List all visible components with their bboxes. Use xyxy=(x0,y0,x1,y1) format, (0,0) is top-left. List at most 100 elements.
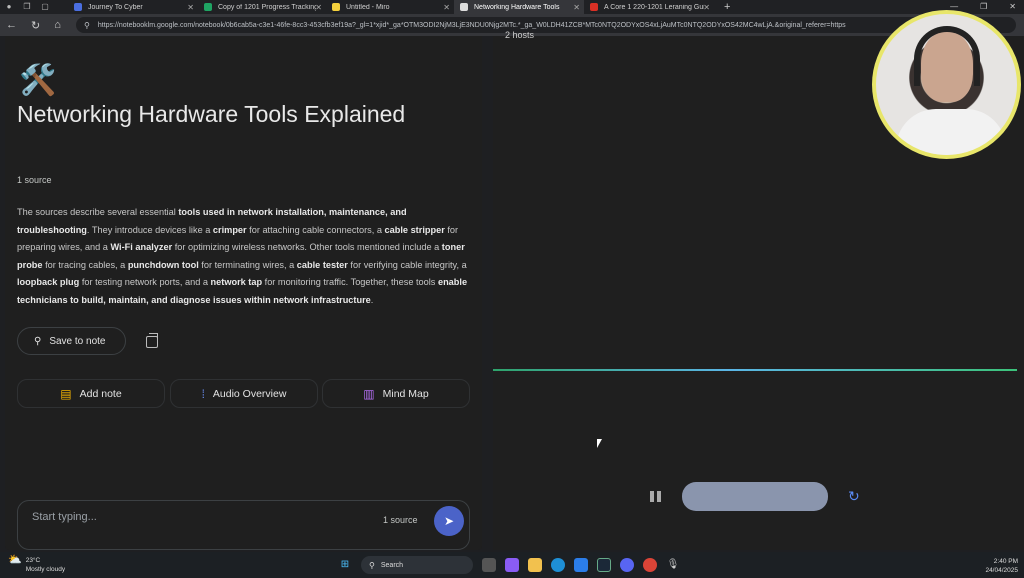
chat-composer: 1 source ➤ xyxy=(17,500,470,550)
audio-progress-bar[interactable] xyxy=(682,482,828,511)
audio-overview-button[interactable]: ⁞ Audio Overview xyxy=(170,379,318,408)
reload-icon[interactable]: ↻ xyxy=(31,19,40,32)
close-tab-icon[interactable]: ✕ xyxy=(573,3,580,12)
tab-label: Networking Hardware Tools xyxy=(474,3,560,11)
summary-highlight: punchdown tool xyxy=(127,259,199,270)
summary-highlight: network tap xyxy=(210,277,263,287)
tab-label: Journey To Cyber xyxy=(88,3,143,11)
windows-taskbar: ⛅ 23°C Mostly cloudy ⊞ ⚲ Search 🎙 2:40 P… xyxy=(0,552,1024,578)
close-tab-icon[interactable]: ✕ xyxy=(443,3,450,12)
hosts-label: 2 hosts xyxy=(505,30,535,40)
save-to-note-label: Save to note xyxy=(49,335,106,347)
system-clock[interactable]: 2:40 PM 24/04/2025 xyxy=(985,557,1018,575)
browser-tab[interactable]: Untitled - Miro ✕ xyxy=(326,0,454,14)
summary-text: for optimizing wireless networks. Other … xyxy=(172,242,442,252)
summary-text: . They introduce devices like a xyxy=(86,224,213,235)
maximize-icon[interactable]: ❐ xyxy=(980,0,987,14)
summary-text: for testing network ports, and a xyxy=(79,277,211,287)
steam-icon[interactable] xyxy=(597,558,611,572)
summary-highlight: Wi-Fi analyzer xyxy=(110,242,173,252)
weather-temp: 23°C xyxy=(25,557,41,564)
close-window-icon[interactable]: ✕ xyxy=(1009,0,1016,14)
browser-tab[interactable]: A Core 1 220-1201 Leraning Guid ✕ xyxy=(584,0,714,14)
back-icon[interactable]: ← xyxy=(6,19,17,32)
webcam-overlay xyxy=(872,10,1021,159)
browser-tab-bar: ● ❐ ▢ Journey To Cyber ✕ Copy of 1201 Prog… xyxy=(0,0,1024,14)
nav-buttons: ← ↻ ⌂ xyxy=(0,19,76,32)
webcam-person-shirt xyxy=(896,109,1006,155)
summary-text: for monitoring traffic. Together, these … xyxy=(262,277,438,287)
tab-favicon-icon xyxy=(460,3,468,11)
copilot-icon[interactable] xyxy=(505,558,519,572)
audio-waveform xyxy=(493,369,1017,371)
summary-text: for tracing cables, a xyxy=(42,259,128,270)
url-text: https://notebooklm.google.com/notebook/0… xyxy=(97,21,846,29)
regenerate-icon[interactable]: ↻ xyxy=(848,488,860,505)
tab-favicon-icon xyxy=(590,3,598,11)
taskbar-search[interactable]: ⚲ Search xyxy=(361,556,473,574)
windows-start-icon[interactable]: ⊞ xyxy=(338,558,352,572)
microphone-icon[interactable]: 🎙 xyxy=(666,558,680,572)
copy-icon[interactable] xyxy=(146,333,158,348)
notebook-title: Networking Hardware Tools Explained xyxy=(17,101,406,127)
browser-tab[interactable]: Networking Hardware Tools ✕ xyxy=(454,0,584,14)
send-icon: ➤ xyxy=(443,514,455,528)
chat-input[interactable] xyxy=(32,511,332,523)
task-view-icon[interactable] xyxy=(482,558,496,572)
webcam-headphones xyxy=(914,26,980,86)
map-icon: ▥ xyxy=(363,386,375,401)
close-tab-icon[interactable]: ✕ xyxy=(315,3,322,12)
add-note-button[interactable]: ▤ Add note xyxy=(17,379,165,408)
mouse-cursor xyxy=(597,439,602,448)
new-tab-button[interactable]: + xyxy=(724,1,730,13)
source-count: 1 source xyxy=(17,175,52,185)
mind-map-label: Mind Map xyxy=(382,387,429,400)
weather-condition: Mostly cloudy xyxy=(25,566,66,573)
edge-icon[interactable] xyxy=(551,558,565,572)
pause-button[interactable] xyxy=(650,491,662,502)
mind-map-button[interactable]: ▥ Mind Map xyxy=(322,379,470,408)
summary-highlight: cable stripper xyxy=(384,224,445,235)
note-icon: ▤ xyxy=(60,386,72,401)
summary-highlight: crimper xyxy=(212,224,247,235)
clock-date: 24/04/2025 xyxy=(985,567,1018,574)
close-tab-icon[interactable]: ✕ xyxy=(703,3,710,12)
home-icon[interactable]: ⌂ xyxy=(54,19,61,32)
site-info-icon[interactable]: ⚲ xyxy=(84,21,90,30)
browser-tab[interactable]: Copy of 1201 Progress Tracking S ✕ xyxy=(198,0,326,14)
pin-icon: ⚲ xyxy=(34,335,42,347)
file-explorer-icon[interactable] xyxy=(528,558,542,572)
tab-label: Untitled - Miro xyxy=(346,3,390,11)
close-tab-icon[interactable]: ✕ xyxy=(187,3,194,12)
summary-text: . xyxy=(370,294,374,305)
chrome-icon[interactable] xyxy=(643,558,657,572)
pause-icon xyxy=(657,491,661,502)
url-field[interactable]: ⚲ https://notebooklm.google.com/notebook… xyxy=(76,17,1016,33)
summary-text: for attaching cable connectors, a xyxy=(246,224,385,235)
clock-time: 2:40 PM xyxy=(993,558,1018,565)
browser-tab[interactable]: Journey To Cyber ✕ xyxy=(68,0,198,14)
discord-icon[interactable] xyxy=(620,558,634,572)
taskbar-apps: ⊞ ⚲ Search 🎙 xyxy=(338,556,680,574)
profile-icon[interactable]: ● xyxy=(5,3,13,11)
summary-highlight: cable tester xyxy=(296,259,348,270)
weather-widget[interactable]: ⛅ 23°C Mostly cloudy xyxy=(8,554,66,574)
tab-strip: Journey To Cyber ✕ Copy of 1201 Progress T… xyxy=(68,0,714,14)
search-icon: ⚲ xyxy=(369,560,375,570)
tab-actions-icon[interactable]: ▢ xyxy=(41,3,49,11)
tab-label: Copy of 1201 Progress Tracking S xyxy=(218,3,316,11)
notebook-emoji: 🛠️ xyxy=(19,64,57,97)
notebook-summary: The sources describe several essential t… xyxy=(17,204,477,309)
workspaces-icon[interactable]: ❐ xyxy=(23,3,31,11)
tab-favicon-icon xyxy=(74,3,82,11)
save-to-note-button[interactable]: ⚲ Save to note xyxy=(17,327,126,355)
tab-label: A Core 1 220-1201 Leraning Guid xyxy=(604,3,704,11)
send-button[interactable]: ➤ xyxy=(434,506,464,536)
weather-icon: ⛅ xyxy=(8,554,22,566)
store-icon[interactable] xyxy=(574,558,588,572)
audio-wave-icon: ⁞ xyxy=(201,386,205,401)
summary-text: The sources describe several essential xyxy=(17,207,179,217)
summary-text: for verifying cable integrity, a xyxy=(347,259,467,270)
chat-source-count: 1 source xyxy=(383,515,418,525)
summary-text: for terminating wires, a xyxy=(198,259,297,270)
